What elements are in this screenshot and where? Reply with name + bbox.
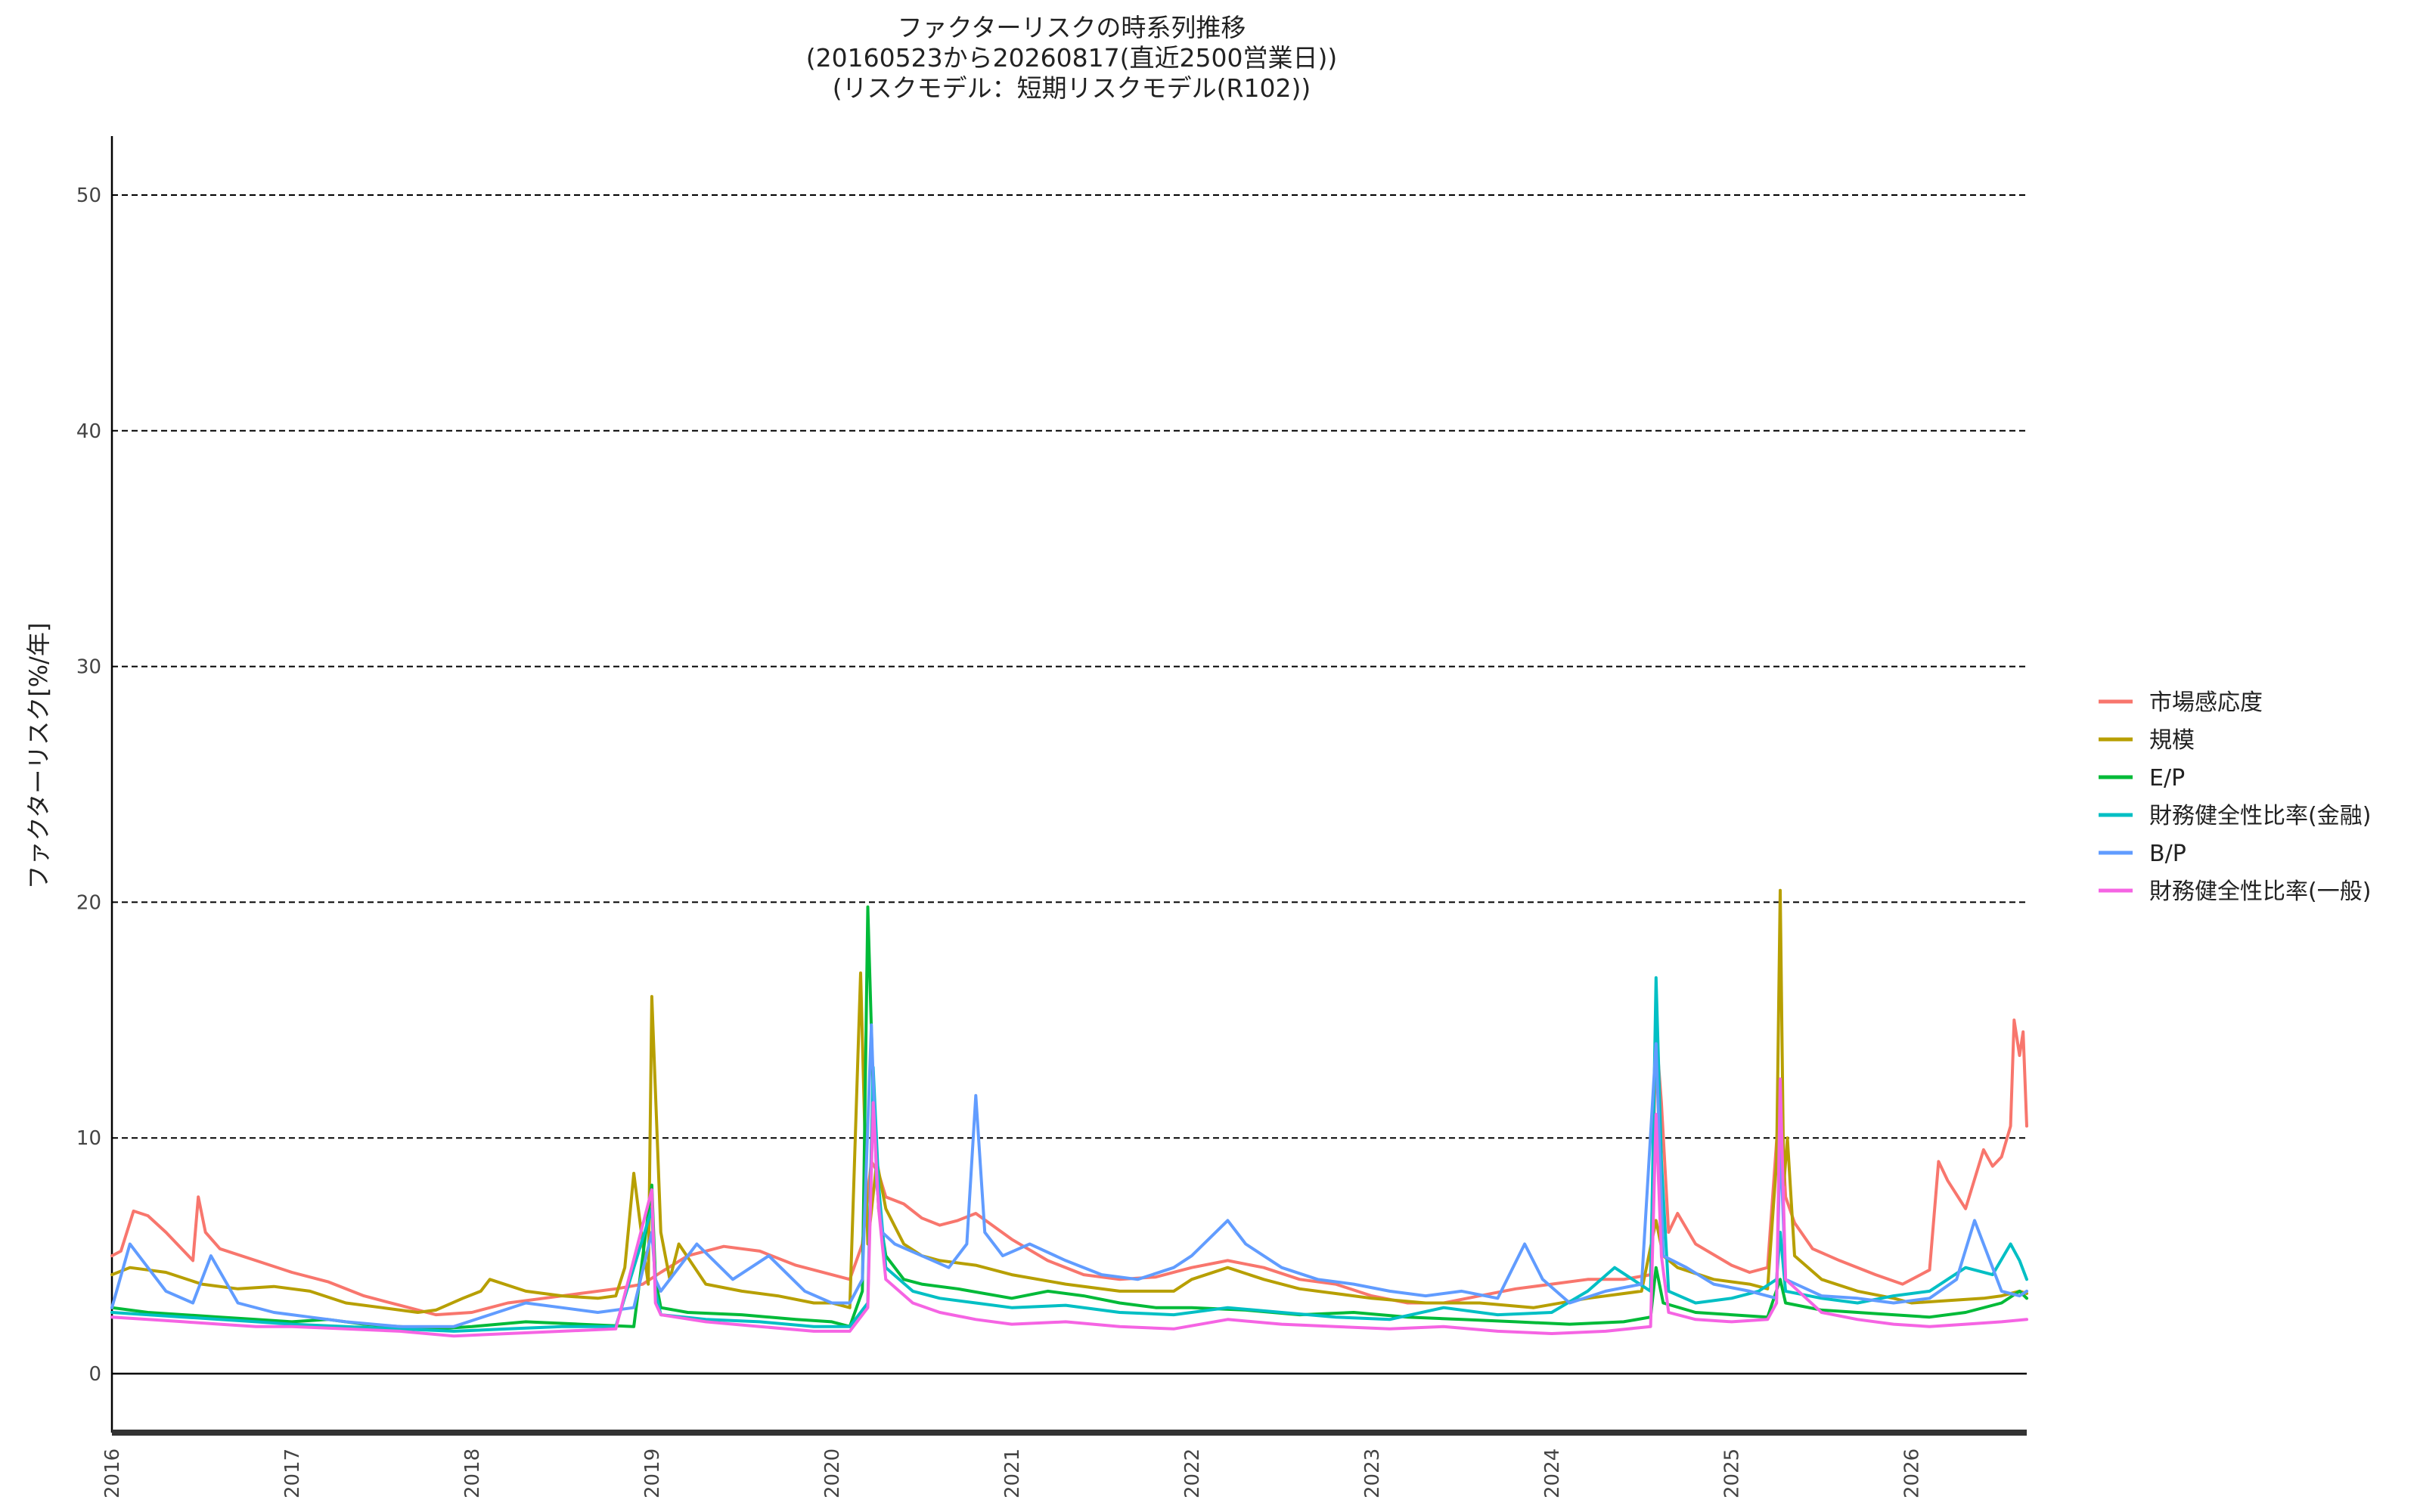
y-tick-label-2: 20 <box>76 891 101 914</box>
series-line-0 <box>110 1018 2028 1317</box>
x-tick-labels: 2016 2017 2018 2019 2020 2021 2022 2023 2024 2025… <box>101 1448 1924 1498</box>
legend-item-2: E/P <box>2099 765 2185 792</box>
legend-label-5: 財務健全性比率(一般) <box>2149 878 2371 905</box>
legend-item-5: 財務健全性比率(一般) <box>2099 878 2371 905</box>
x-tick-label-2025: 2025 <box>1721 1448 1744 1498</box>
x-tick-label-2022: 2022 <box>1181 1448 1204 1498</box>
legend-item-1: 規模 <box>2099 727 2195 754</box>
x-tick-label-2026: 2026 <box>1901 1448 1924 1498</box>
x-tick-label-2018: 2018 <box>461 1448 484 1498</box>
legend-item-3: 財務健全性比率(金融) <box>2099 803 2371 829</box>
legend-label-4: B/P <box>2149 841 2186 867</box>
x-tick-label-2023: 2023 <box>1361 1448 1384 1498</box>
series-line-3 <box>110 976 2028 1333</box>
y-tick-labels: 0 10 20 30 40 50 <box>76 184 101 1386</box>
series-line-2 <box>110 905 2028 1331</box>
y-tick-label-1: 10 <box>76 1127 101 1150</box>
y-tick-label-3: 30 <box>76 656 101 679</box>
chart-title-line-1: ファクターリスクの時系列推移 <box>898 13 1246 42</box>
y-tick-label-0: 0 <box>88 1363 101 1386</box>
x-tick-label-2021: 2021 <box>1001 1448 1024 1498</box>
chart-title-line-2: (20160523から20260817(直近2500営業日)) <box>806 43 1337 73</box>
legend-label-2: E/P <box>2149 765 2185 792</box>
x-tick-label-2024: 2024 <box>1541 1448 1564 1498</box>
legend-label-1: 規模 <box>2149 727 2195 754</box>
y-axis-label: ファクターリスク[%/年] <box>24 623 53 890</box>
x-tick-label-2020: 2020 <box>821 1448 844 1498</box>
x-tick-label-2016: 2016 <box>101 1448 124 1498</box>
grid-lines <box>112 194 2027 1375</box>
legend: 市場感応度規模 E/P 財務健全性比率(金融) B/P 財務健全性比率(一般) <box>2099 689 2371 905</box>
y-tick-label-5: 50 <box>76 184 101 207</box>
y-tick-label-4: 40 <box>76 420 101 443</box>
legend-item-4: B/P <box>2099 841 2186 867</box>
chart-title: ファクターリスクの時系列推移 (20160523から20260817(直近250… <box>806 13 1337 103</box>
legend-label-3: 財務健全性比率(金融) <box>2149 803 2371 829</box>
chart-title-line-3: (リスクモデル：短期リスクモデル(R102)) <box>833 73 1311 103</box>
x-tick-label-2019: 2019 <box>641 1448 664 1498</box>
legend-label-0: 市場感応度 <box>2149 689 2263 716</box>
legend-item-0: 市場感応度 <box>2099 689 2263 716</box>
line-chart: ファクターリスクの時系列推移 (20160523から20260817(直近250… <box>24 13 2371 1498</box>
x-tick-label-2017: 2017 <box>281 1448 304 1498</box>
series-layer <box>110 888 2028 1338</box>
series-line-1 <box>110 888 2028 1314</box>
axes <box>110 136 2027 1436</box>
